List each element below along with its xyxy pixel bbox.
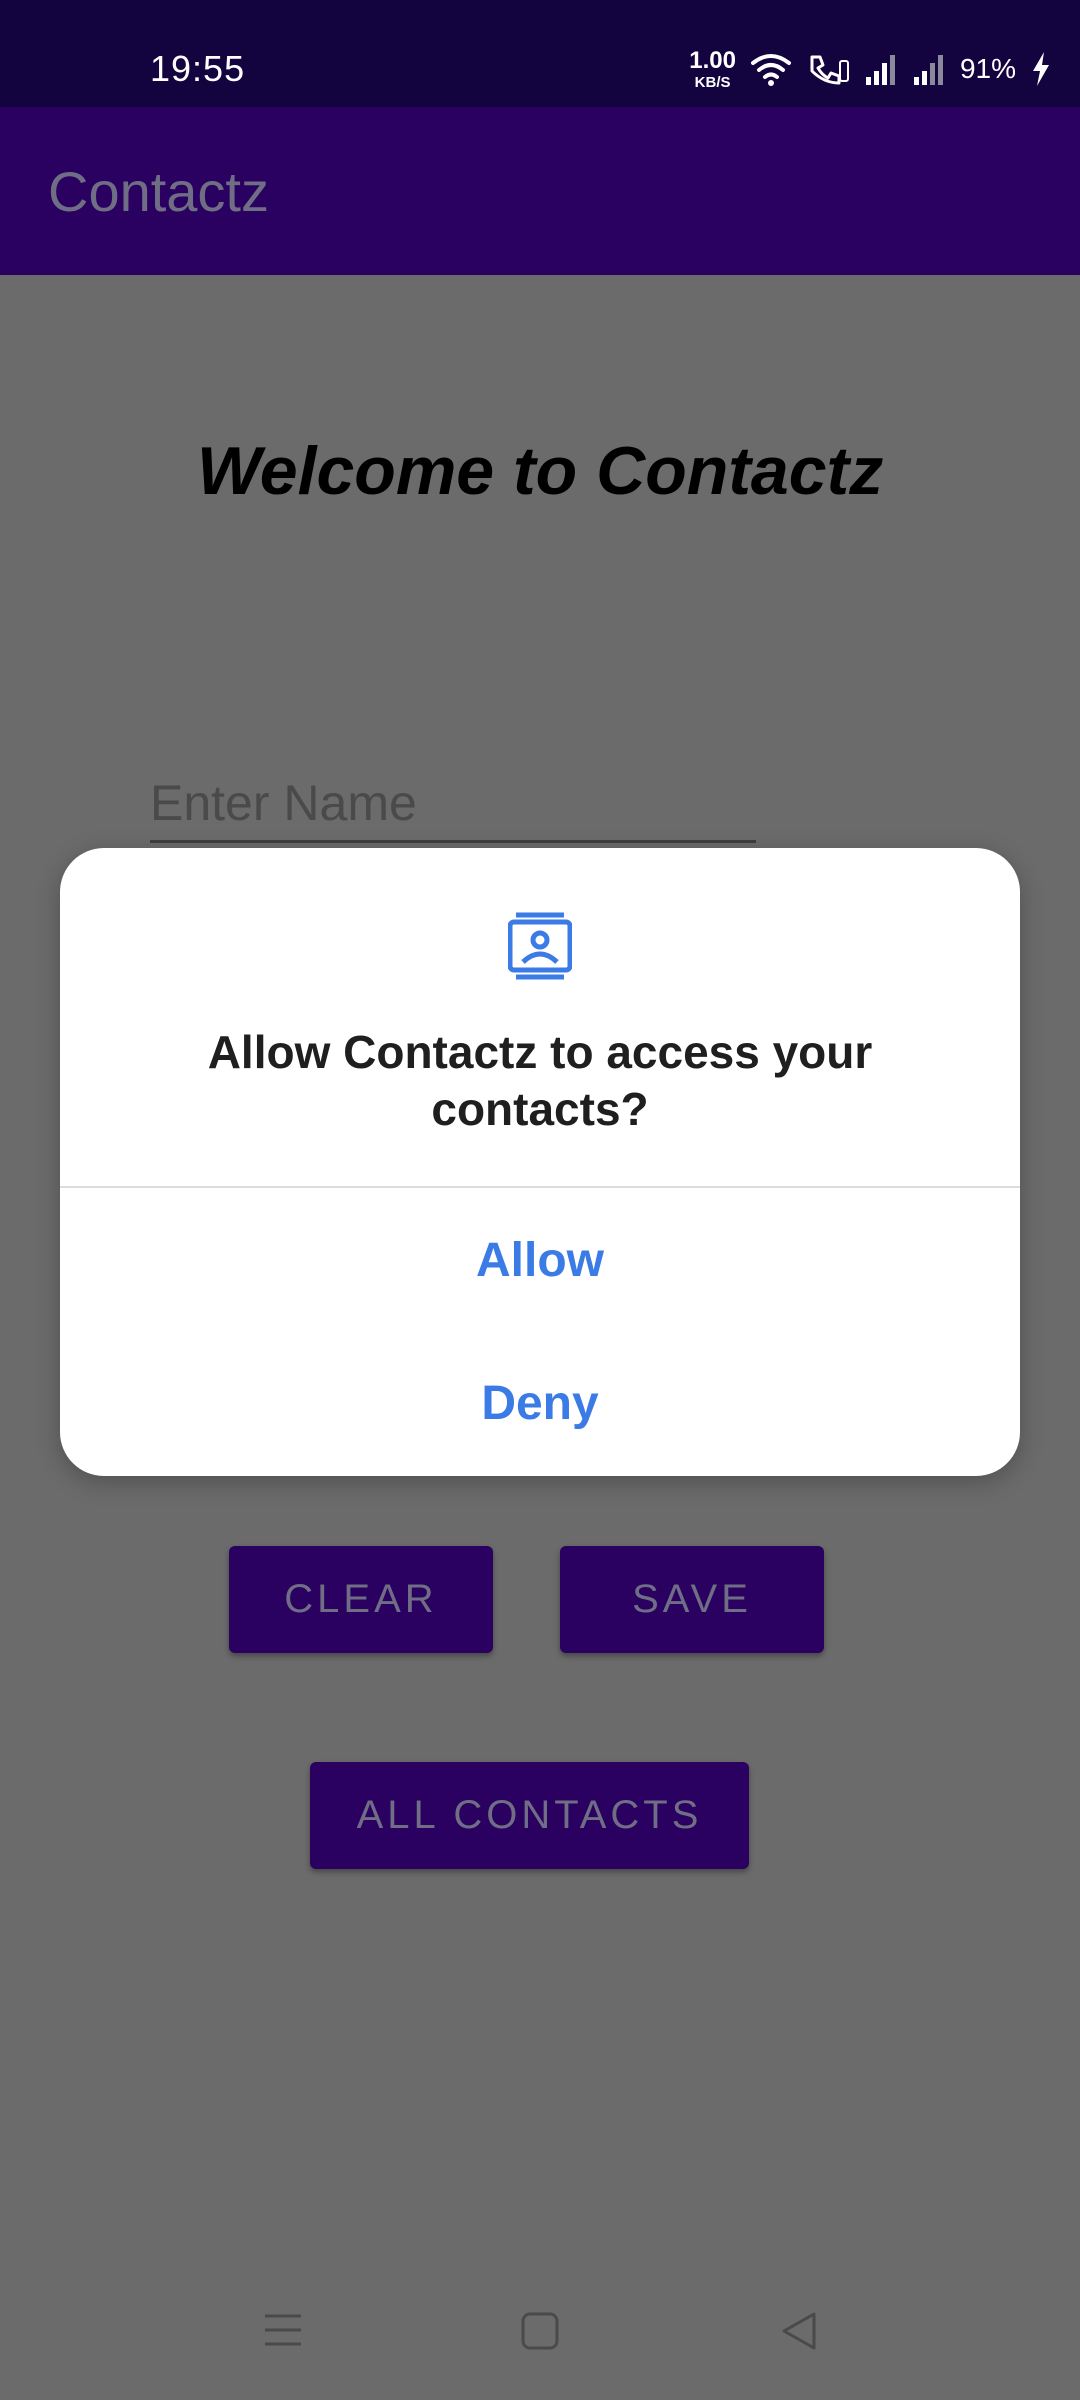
dialog-message: Allow Contactz to access your contacts?: [207, 1026, 873, 1135]
clock: 19:55: [150, 48, 246, 89]
save-button[interactable]: SAVE: [560, 1546, 824, 1653]
welcome-heading: Welcome to Contactz: [196, 433, 884, 509]
back-icon[interactable]: [778, 2310, 820, 2352]
all-contacts-button[interactable]: ALL CONTACTS: [310, 1762, 749, 1869]
status-bar: 19:55 1.00 KB/S 91%: [0, 0, 1080, 107]
net-speed: 1.00 KB/S: [689, 46, 736, 91]
name-input[interactable]: [150, 765, 756, 843]
net-speed-value: 1.00: [689, 46, 736, 74]
charging-icon: [1033, 52, 1049, 86]
battery-percent: 91%: [959, 53, 1016, 84]
wifi-icon: [750, 54, 791, 86]
app-title: Contactz: [48, 160, 269, 223]
wifi-calling-icon: [810, 55, 849, 85]
home-icon[interactable]: [519, 2310, 561, 2352]
contacts-icon: [508, 912, 572, 980]
permission-dialog: Allow Contactz to access your contacts? …: [60, 848, 1020, 1476]
signal-1-icon: [865, 55, 895, 85]
menu-icon[interactable]: [262, 2310, 304, 2350]
clear-button[interactable]: CLEAR: [229, 1546, 493, 1653]
deny-button[interactable]: Deny: [60, 1344, 1020, 1464]
dialog-divider: [60, 1186, 1020, 1188]
navigation-bar: [0, 2268, 1080, 2400]
signal-2-icon: [913, 55, 943, 85]
app-bar: Contactz: [0, 107, 1080, 275]
status-icons: 1.00 KB/S 91%: [689, 44, 1052, 94]
net-speed-unit: KB/S: [694, 73, 731, 91]
allow-button[interactable]: Allow: [60, 1201, 1020, 1321]
